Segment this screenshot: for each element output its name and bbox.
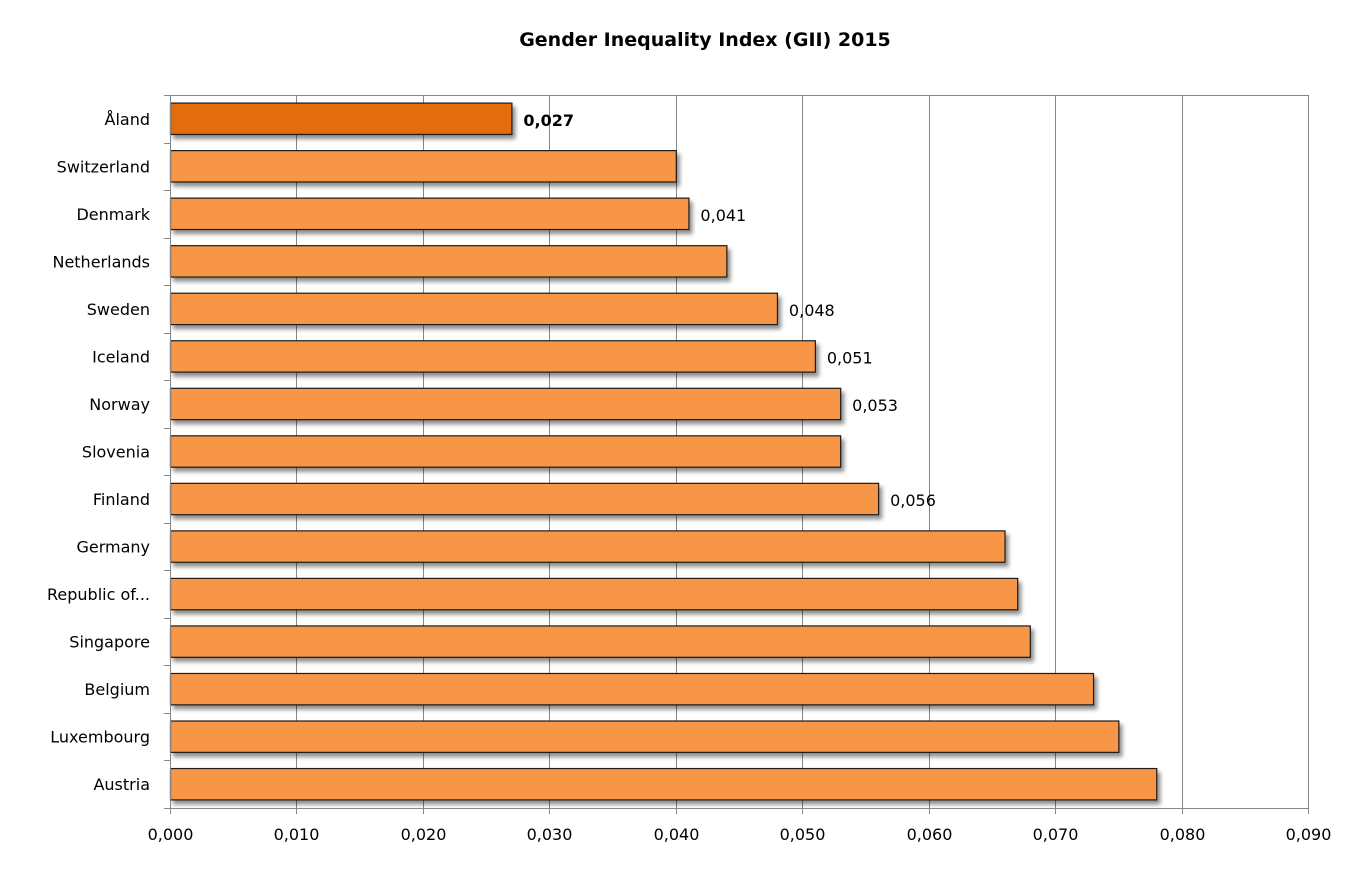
- x-tick-label: 0,050: [780, 825, 826, 844]
- bar-denmark: [169, 197, 690, 231]
- category-label: Åland: [105, 110, 151, 129]
- category-label: Netherlands: [52, 252, 150, 271]
- bar-belgium: [169, 672, 1095, 706]
- x-tick-label: 0,020: [401, 825, 447, 844]
- category-label: Slovenia: [82, 443, 150, 462]
- category-label: Norway: [89, 395, 150, 414]
- data-label: 0,051: [827, 348, 873, 367]
- bar-slovenia: [169, 435, 842, 468]
- x-tick-label: 0,040: [654, 825, 700, 844]
- x-tick-label: 0,090: [1286, 825, 1332, 844]
- category-label: Finland: [93, 490, 150, 509]
- category-label: Austria: [93, 775, 150, 794]
- bars: [169, 102, 1158, 801]
- category-label: Belgium: [84, 680, 150, 699]
- chart-title: Gender Inequality Index (GII) 2015: [519, 29, 891, 51]
- bar-chart: Gender Inequality Index (GII) 2015 Åland…: [47, 29, 1332, 844]
- x-tick-label: 0,000: [148, 825, 194, 844]
- bar-singapore: [169, 625, 1031, 658]
- data-label: 0,053: [852, 396, 898, 415]
- data-label: 0,041: [700, 206, 746, 225]
- x-tick-label: 0,060: [907, 825, 953, 844]
- category-label: Iceland: [92, 347, 150, 366]
- bar-finland: [169, 482, 880, 516]
- bar-switzerland: [169, 150, 677, 183]
- x-tick-label: 0,030: [527, 825, 573, 844]
- category-label: Sweden: [87, 300, 150, 319]
- data-label: 0,056: [890, 491, 936, 510]
- category-label: Republic of...: [47, 585, 150, 604]
- x-tick-label: 0,010: [274, 825, 320, 844]
- bar-sweden: [169, 292, 779, 326]
- bar-norway: [169, 387, 842, 421]
- category-labels: Åland Switzerland Denmark Netherlands Sweden…: [47, 110, 151, 794]
- bar-austria: [169, 767, 1158, 801]
- category-label: Germany: [76, 538, 150, 557]
- bar-iceland: [169, 340, 816, 373]
- x-tick-label: 0,080: [1160, 825, 1206, 844]
- bar-luxembourg: [169, 720, 1120, 753]
- bar-netherlands: [169, 245, 728, 278]
- category-label: Denmark: [76, 205, 150, 224]
- data-label: 0,048: [789, 301, 835, 320]
- category-label: Switzerland: [57, 157, 150, 176]
- x-tick-label: 0,070: [1033, 825, 1079, 844]
- category-label: Singapore: [69, 633, 150, 652]
- data-label: 0,027: [523, 111, 574, 130]
- category-label: Luxembourg: [50, 728, 150, 747]
- bar-germany: [169, 530, 1006, 563]
- bar-republic-of-: [169, 577, 1019, 611]
- bar--land: [169, 102, 513, 136]
- x-tick-labels: 0,000 0,010 0,020 0,030 0,040 0,050 0,060 0,070…: [148, 825, 1332, 844]
